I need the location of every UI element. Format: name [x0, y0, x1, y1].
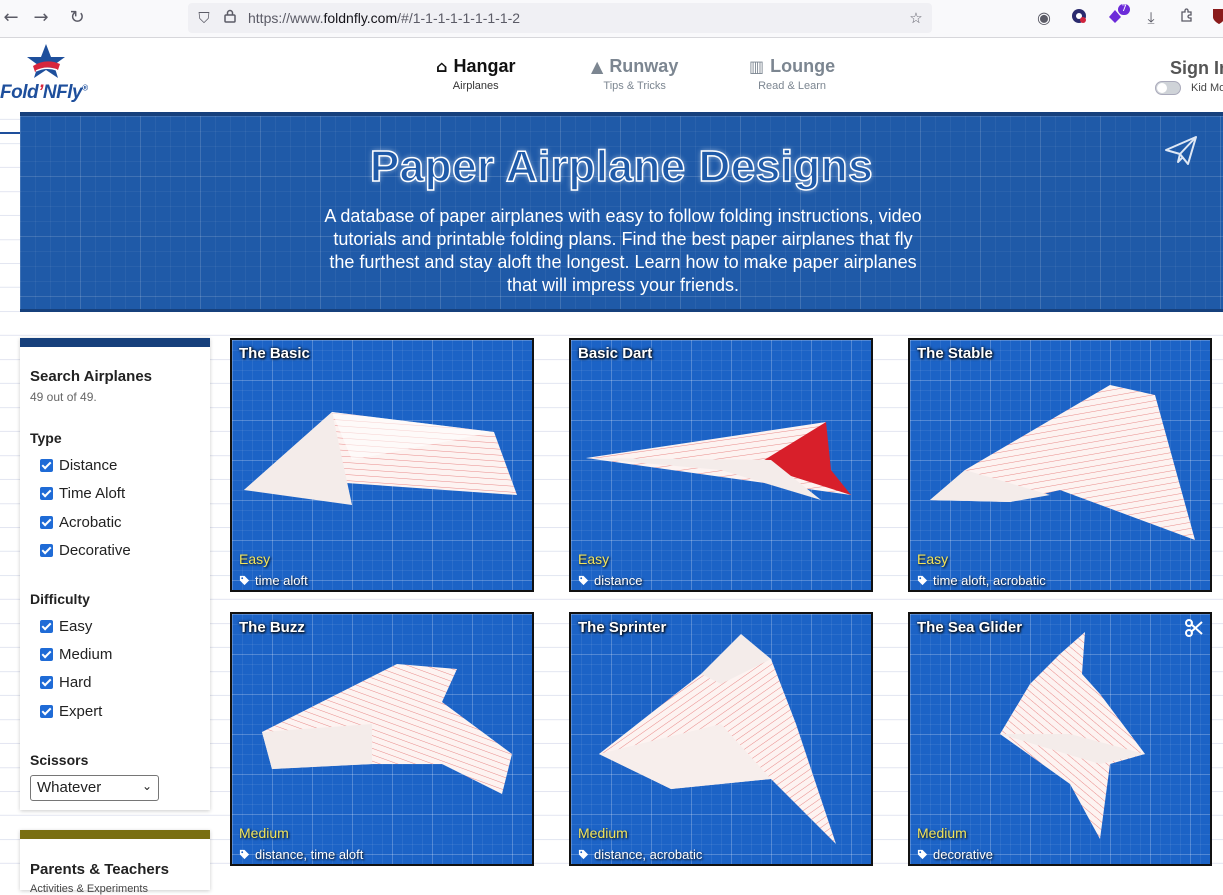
- address-bar[interactable]: ⛉ https://www.foldnfly.com/#/1-1-1-1-1-1…: [188, 3, 932, 33]
- difficulty-label: Medium: [578, 825, 628, 841]
- url-text[interactable]: https://www.foldnfly.com/#/1-1-1-1-1-1-1…: [248, 10, 520, 26]
- book-icon: ▥: [749, 57, 765, 76]
- browser-toolbar: ← → ↻ ⛉ https://www.foldnfly.com/#/1-1-1…: [0, 0, 1223, 38]
- airplane-image: [930, 385, 1195, 540]
- checkbox-checked-icon[interactable]: [40, 516, 53, 529]
- scissors-heading: Scissors: [30, 752, 89, 768]
- difficulty-checkbox-medium[interactable]: Medium: [40, 646, 112, 663]
- nav-runway[interactable]: ▲ Runway Tips & Tricks: [591, 56, 678, 92]
- difficulty-label: Easy: [578, 551, 610, 567]
- forward-arrow-icon[interactable]: →: [30, 7, 52, 29]
- sign-in-link[interactable]: Sign In: [1170, 58, 1223, 79]
- checkbox-checked-icon[interactable]: [40, 676, 53, 689]
- shield-icon[interactable]: ⛉: [194, 8, 214, 28]
- difficulty-heading: Difficulty: [30, 591, 90, 607]
- airplane-card-the-basic[interactable]: The Basic Easy time aloft: [230, 338, 534, 592]
- airplane-image: [244, 412, 517, 505]
- parents-teachers-sub[interactable]: Activities & Experiments: [30, 883, 148, 895]
- type-checkbox-acrobatic[interactable]: Acrobatic: [40, 514, 122, 531]
- checkbox-checked-icon[interactable]: [40, 487, 53, 500]
- type-heading: Type: [30, 430, 62, 446]
- shield-extension-icon[interactable]: [1208, 7, 1223, 29]
- difficulty-label: Easy: [239, 551, 271, 567]
- extensions-puzzle-icon[interactable]: [1176, 7, 1198, 29]
- airplane-card-the-buzz[interactable]: The Buzz Medium distance, time aloft: [230, 612, 534, 866]
- type-checkbox-distance[interactable]: Distance: [40, 457, 117, 474]
- tag-list: distance, acrobatic: [578, 847, 702, 862]
- card-title[interactable]: The Buzz: [239, 619, 305, 636]
- tag-list: time aloft, acrobatic: [917, 573, 1046, 588]
- reload-icon[interactable]: ↻: [66, 7, 88, 29]
- hangar-icon: ⌂: [436, 57, 448, 76]
- download-icon[interactable]: ⤓: [1140, 7, 1162, 29]
- search-filter-panel: Search Airplanes 49 out of 49. Type Dist…: [20, 338, 210, 810]
- paper-plane-icon: [1165, 136, 1197, 165]
- runway-icon: ▲: [591, 57, 604, 76]
- account-icon[interactable]: ◉: [1033, 7, 1055, 29]
- airplane-card-basic-dart[interactable]: Basic Dart Easy distance: [569, 338, 873, 592]
- lock-icon[interactable]: [220, 8, 240, 28]
- checkbox-checked-icon[interactable]: [40, 459, 53, 472]
- difficulty-checkbox-expert[interactable]: Expert: [40, 703, 102, 720]
- airplane-image: [586, 422, 851, 500]
- nav-hangar[interactable]: ⌂ Hangar Airplanes: [436, 56, 515, 92]
- card-title[interactable]: Basic Dart: [578, 345, 652, 362]
- difficulty-label: Easy: [917, 551, 949, 567]
- site-header: Fold’NFly® ⌂ Hangar Airplanes ▲ Runway Tip…: [0, 38, 1223, 104]
- type-checkbox-decorative[interactable]: Decorative: [40, 542, 131, 559]
- checkbox-checked-icon[interactable]: [40, 620, 53, 633]
- airplane-card-the-sprinter[interactable]: The Sprinter Medium distance, acrobatic: [569, 612, 873, 866]
- difficulty-label: Medium: [239, 825, 289, 841]
- site-logo[interactable]: Fold’NFly®: [0, 42, 110, 104]
- hero-description: A database of paper airplanes with easy …: [324, 206, 922, 295]
- checkbox-checked-icon[interactable]: [40, 705, 53, 718]
- back-arrow-icon[interactable]: ←: [0, 7, 22, 29]
- airplane-card-the-stable[interactable]: The Stable Easy time aloft, acrobatic: [908, 338, 1212, 592]
- difficulty-label: Medium: [917, 825, 967, 841]
- tag-icon: [917, 575, 928, 586]
- card-title[interactable]: The Sea Glider: [917, 619, 1022, 636]
- hero-banner: Paper Airplane Designs A database of pap…: [20, 112, 1223, 312]
- tag-icon: [917, 849, 928, 860]
- kid-mode-label: Kid Mode: [1191, 82, 1223, 94]
- search-title: Search Airplanes: [30, 368, 152, 385]
- page-title: Paper Airplane Designs: [369, 141, 874, 192]
- scissors-icon: [1185, 619, 1203, 637]
- star-logo-icon: [27, 44, 65, 78]
- nav-lounge[interactable]: ▥ Lounge Read & Learn: [749, 56, 835, 92]
- tag-list: distance: [578, 573, 642, 588]
- difficulty-checkbox-easy[interactable]: Easy: [40, 618, 92, 635]
- tag-icon: [239, 849, 250, 860]
- tag-list: decorative: [917, 847, 993, 862]
- airplane-card-the-sea-glider[interactable]: The Sea Glider Medium decorative: [908, 612, 1212, 866]
- card-title[interactable]: The Sprinter: [578, 619, 666, 636]
- tag-icon: [578, 575, 589, 586]
- parents-teachers-title[interactable]: Parents & Teachers: [30, 861, 169, 878]
- bookmark-star-icon[interactable]: ☆: [906, 8, 926, 28]
- difficulty-checkbox-hard[interactable]: Hard: [40, 674, 92, 691]
- type-checkbox-time-aloft[interactable]: Time Aloft: [40, 485, 125, 502]
- extension-icon[interactable]: 7: [1104, 4, 1130, 29]
- checkbox-checked-icon[interactable]: [40, 648, 53, 661]
- result-count: 49 out of 49.: [30, 390, 97, 404]
- card-title[interactable]: The Basic: [239, 345, 310, 362]
- chevron-down-icon: ⌄: [141, 779, 152, 793]
- parents-teachers-panel: Parents & Teachers Activities & Experime…: [20, 830, 210, 895]
- tag-list: distance, time aloft: [239, 847, 363, 862]
- scissors-select[interactable]: Whatever ⌄: [30, 775, 159, 801]
- card-title[interactable]: The Stable: [917, 345, 993, 362]
- checkbox-checked-icon[interactable]: [40, 544, 53, 557]
- extension-badge: 7: [1118, 4, 1130, 15]
- kid-mode-toggle[interactable]: [1155, 81, 1181, 95]
- tag-icon: [578, 849, 589, 860]
- logo-wordmark: Fold’NFly®: [0, 82, 88, 103]
- privacy-extension-icon[interactable]: [1068, 7, 1090, 29]
- tag-icon: [239, 575, 250, 586]
- header-accent-line: [0, 132, 20, 134]
- tag-list: time aloft: [239, 573, 308, 588]
